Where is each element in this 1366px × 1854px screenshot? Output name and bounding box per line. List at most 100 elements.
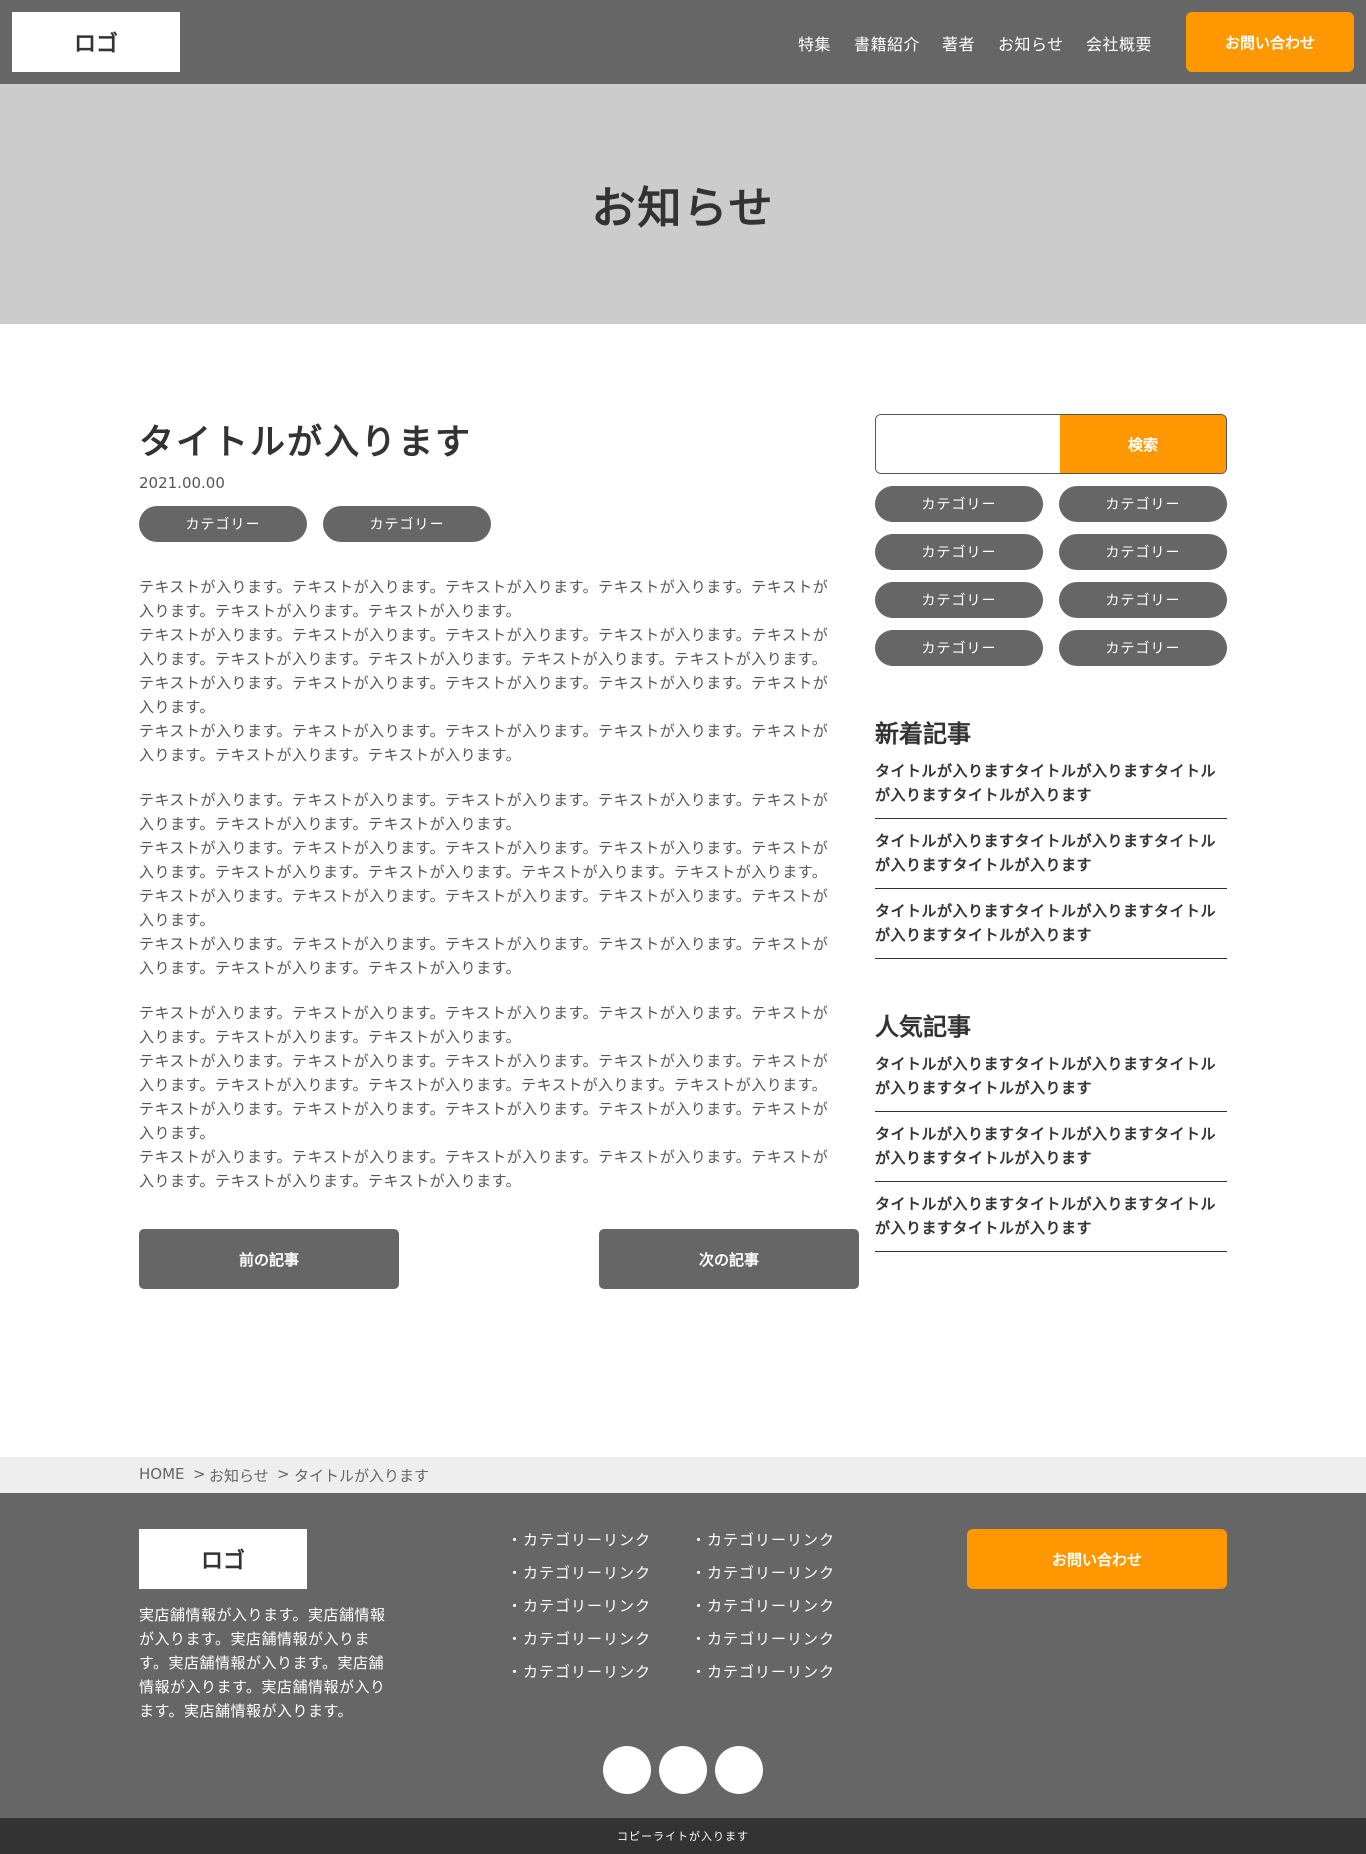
store-info-line: が入ります。実店舗情報が入りま [139,1630,371,1648]
sidebar-category-tag[interactable]: カテゴリー [875,534,1043,570]
footer-category-link[interactable]: ・カテゴリーリンク [691,1628,835,1649]
paragraph-line: テキストが入ります。テキストが入ります。テキストが入ります。テキストが入ります。… [139,1148,829,1166]
footer-category-link[interactable]: ・カテゴリーリンク [691,1595,835,1616]
social-icon[interactable] [715,1746,763,1794]
new-articles-heading: 新着記事 [875,720,971,748]
paragraph-line: テキストが入ります。テキストが入ります。テキストが入ります。テキストが入ります。… [139,935,829,953]
paragraph-line: 入ります。 [139,698,216,716]
popular-articles-heading: 人気記事 [875,1013,971,1041]
breadcrumb-separator: > [193,1465,206,1483]
footer-category-link[interactable]: ・カテゴリーリンク [507,1628,651,1649]
article-title: タイトルが入ります [139,423,473,463]
article-link-line: が入りますタイトルが入ります [875,926,1093,944]
nav-item-company[interactable]: 会社概要 [1086,31,1152,55]
search-input[interactable] [876,415,1060,473]
popular-article-link[interactable]: タイトルが入りますタイトルが入りますタイトル が入りますタイトルが入ります [875,1042,1227,1112]
popular-article-link[interactable]: タイトルが入りますタイトルが入りますタイトル が入りますタイトルが入ります [875,1112,1227,1182]
sidebar-category-tag[interactable]: カテゴリー [1059,534,1227,570]
paragraph-line: テキストが入ります。テキストが入ります。テキストが入ります。テキストが入ります。… [139,578,829,596]
article-link-line: が入りますタイトルが入ります [875,1219,1093,1237]
breadcrumb-separator: > [277,1465,290,1483]
article-date: 2021.00.00 [139,474,225,492]
new-article-link[interactable]: タイトルが入りますタイトルが入りますタイトル が入りますタイトルが入ります [875,749,1227,819]
footer-contact-button[interactable]: お問い合わせ [967,1529,1227,1589]
article-link-line: タイトルが入りますタイトルが入りますタイトル [875,1055,1217,1073]
store-info-line: す。実店舗情報が入ります。実店舗 [139,1654,385,1672]
footer-category-link[interactable]: ・カテゴリーリンク [691,1661,835,1682]
paragraph-line: テキストが入ります。テキストが入ります。テキストが入ります。テキストが入ります。… [139,1052,829,1070]
article-paragraph: テキストが入ります。テキストが入ります。テキストが入ります。テキストが入ります。… [139,575,859,767]
paragraph-line: 入ります。テキストが入ります。テキストが入ります。 [139,746,522,764]
footer-category-link[interactable]: ・カテゴリーリンク [507,1562,651,1583]
paragraph-line: 入ります。テキストが入ります。テキストが入ります。 [139,1028,522,1046]
search-button[interactable]: 検索 [1060,415,1226,473]
paragraph-line: テキストが入ります。テキストが入ります。テキストが入ります。テキストが入ります。… [139,791,829,809]
paragraph-line: テキストが入ります。テキストが入ります。テキストが入ります。テキストが入ります。… [139,722,829,740]
new-article-link[interactable]: タイトルが入りますタイトルが入りますタイトル が入りますタイトルが入ります [875,889,1227,959]
search-bar: 検索 [875,414,1227,474]
paragraph-line: 入ります。テキストが入ります。テキストが入ります。 [139,959,522,977]
paragraph-line: 入ります。テキストが入ります。テキストが入ります。 [139,815,522,833]
social-icon[interactable] [603,1746,651,1794]
sidebar-category-tag[interactable]: カテゴリー [875,486,1043,522]
footer-category-link[interactable]: ・カテゴリーリンク [507,1529,651,1550]
page-title: お知らせ [591,183,775,234]
header-contact-button[interactable]: お問い合わせ [1186,12,1354,72]
article-category-tag[interactable]: カテゴリー [323,506,491,542]
article-category-tag[interactable]: カテゴリー [139,506,307,542]
social-icon[interactable] [659,1746,707,1794]
breadcrumb-current: タイトルが入ります [294,1467,430,1485]
footer-category-link[interactable]: ・カテゴリーリンク [691,1562,835,1583]
site-footer: ロゴ 実店舗情報が入ります。実店舗情報 が入ります。実店舗情報が入りま す。実店… [0,1493,1366,1818]
paragraph-line: 入ります。 [139,1124,216,1142]
paragraph-line: テキストが入ります。テキストが入ります。テキストが入ります。テキストが入ります。… [139,674,829,692]
nav-item-features[interactable]: 特集 [798,31,831,55]
nav-item-authors[interactable]: 著者 [942,31,975,55]
article-link-line: が入りますタイトルが入ります [875,786,1093,804]
new-article-link[interactable]: タイトルが入りますタイトルが入りますタイトル が入りますタイトルが入ります [875,819,1227,889]
paragraph-line: テキストが入ります。テキストが入ります。テキストが入ります。テキストが入ります。… [139,1004,829,1022]
article-link-line: が入りますタイトルが入ります [875,856,1093,874]
nav-item-books[interactable]: 書籍紹介 [854,31,920,55]
article-link-line: タイトルが入りますタイトルが入りますタイトル [875,1195,1217,1213]
popular-article-link[interactable]: タイトルが入りますタイトルが入りますタイトル が入りますタイトルが入ります [875,1182,1227,1252]
paragraph-line: テキストが入ります。テキストが入ります。テキストが入ります。テキストが入ります。… [139,1100,829,1118]
breadcrumb-home[interactable]: HOME [139,1465,185,1483]
paragraph-line: テキストが入ります。テキストが入ります。テキストが入ります。テキストが入ります。… [139,839,829,857]
store-info-line: 情報が入ります。実店舗情報が入り [139,1678,386,1696]
sidebar-category-tag[interactable]: カテゴリー [875,582,1043,618]
next-article-button[interactable]: 次の記事 [599,1229,859,1289]
paragraph-line: テキストが入ります。テキストが入ります。テキストが入ります。テキストが入ります。… [139,887,829,905]
article-link-line: タイトルが入りますタイトルが入りますタイトル [875,902,1217,920]
article-link-line: タイトルが入りますタイトルが入りますタイトル [875,762,1217,780]
paragraph-line: 入ります。テキストが入ります。テキストが入ります。 [139,602,522,620]
footer-category-link[interactable]: ・カテゴリーリンク [507,1595,651,1616]
footer-store-info: 実店舗情報が入ります。実店舗情報 が入ります。実店舗情報が入りま す。実店舗情報… [139,1603,404,1723]
site-header: ロゴ 特集 書籍紹介 著者 お知らせ 会社概要 お問い合わせ [0,0,1366,84]
paragraph-line: 入ります。テキストが入ります。テキストが入ります。テキストが入ります。テキストが… [139,863,828,881]
sidebar-category-tag[interactable]: カテゴリー [875,630,1043,666]
footer-category-link[interactable]: ・カテゴリーリンク [507,1661,651,1682]
paragraph-line: 入ります。 [139,911,216,929]
copyright: コピーライトが入ります [0,1818,1366,1854]
store-info-line: ます。実店舗情報が入ります。 [139,1702,354,1720]
article-paragraph: テキストが入ります。テキストが入ります。テキストが入ります。テキストが入ります。… [139,1001,859,1193]
paragraph-line: 入ります。テキストが入ります。テキストが入ります。テキストが入ります。テキストが… [139,1076,828,1094]
page-hero: お知らせ [0,84,1366,324]
sidebar-category-tag[interactable]: カテゴリー [1059,582,1227,618]
article-paragraph: テキストが入ります。テキストが入ります。テキストが入ります。テキストが入ります。… [139,788,859,980]
article-link-line: が入りますタイトルが入ります [875,1079,1093,1097]
footer-category-link[interactable]: ・カテゴリーリンク [691,1529,835,1550]
article-link-line: が入りますタイトルが入ります [875,1149,1093,1167]
prev-article-button[interactable]: 前の記事 [139,1229,399,1289]
article-link-line: タイトルが入りますタイトルが入りますタイトル [875,832,1217,850]
paragraph-line: テキストが入ります。テキストが入ります。テキストが入ります。テキストが入ります。… [139,626,829,644]
sidebar-category-tag[interactable]: カテゴリー [1059,630,1227,666]
paragraph-line: 入ります。テキストが入ります。テキストが入ります。 [139,1172,522,1190]
header-logo[interactable]: ロゴ [12,12,180,72]
store-info-line: 実店舗情報が入ります。実店舗情報 [139,1606,386,1624]
sidebar-category-tag[interactable]: カテゴリー [1059,486,1227,522]
footer-logo[interactable]: ロゴ [139,1529,307,1589]
breadcrumb-section[interactable]: お知らせ [209,1465,269,1486]
nav-item-news[interactable]: お知らせ [998,31,1064,55]
